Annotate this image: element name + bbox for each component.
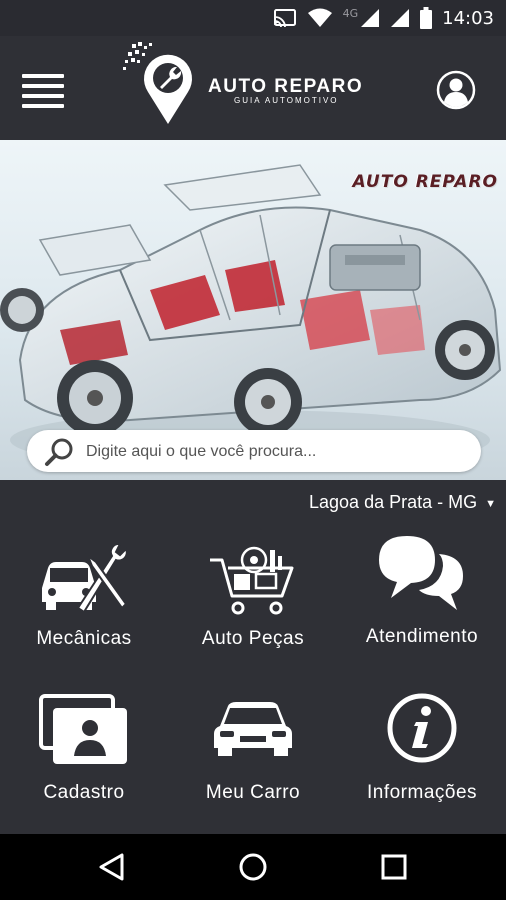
app-header: AUTO REPARO GUIA AUTOMOTIVO	[0, 36, 506, 140]
status-icons: 4G 14:03	[273, 6, 494, 30]
search-bar[interactable]	[27, 430, 481, 474]
network-type-label: 4G	[342, 6, 359, 20]
logo-title: AUTO REPARO	[208, 76, 364, 97]
mechanic-car-tools-icon	[42, 542, 128, 614]
auto-parts-cart-icon	[210, 546, 294, 615]
chat-bubbles-icon	[379, 536, 463, 610]
logo-subtitle: GUIA AUTOMOTIVO	[234, 96, 339, 105]
recents-icon[interactable]	[378, 851, 410, 883]
hamburger-menu-icon[interactable]	[22, 74, 64, 108]
search-input[interactable]	[84, 430, 468, 474]
menu-item-label: Atendimento	[365, 626, 479, 647]
menu-item-auto-pecas[interactable]: Auto Peças	[169, 532, 337, 662]
status-bar: 4G 14:03	[0, 0, 506, 36]
menu-item-cadastro[interactable]: Cadastro	[0, 692, 168, 822]
menu-item-label: Meu Carro	[205, 782, 301, 803]
info-icon	[387, 693, 457, 763]
user-profile-icon[interactable]	[436, 70, 476, 110]
menu-item-label: Cadastro	[43, 782, 125, 803]
search-icon[interactable]	[43, 436, 75, 468]
signal-icon	[361, 9, 380, 27]
menu-item-mecanicas[interactable]: Mecânicas	[0, 532, 168, 662]
menu-item-label: Auto Peças	[201, 628, 305, 649]
menu-item-label: Mecânicas	[36, 628, 132, 649]
cast-icon	[273, 9, 296, 28]
wifi-icon	[307, 8, 332, 27]
clock: 14:03	[442, 7, 494, 29]
app-logo: AUTO REPARO GUIA AUTOMOTIVO	[122, 40, 384, 126]
banner-watermark: AUTO REPARO	[352, 172, 498, 192]
battery-icon	[420, 7, 433, 29]
location-label: Lagoa da Prata - MG	[309, 492, 478, 512]
profile-button[interactable]	[436, 70, 476, 110]
menu-item-meu-carro[interactable]: Meu Carro	[169, 692, 337, 822]
menu-item-label: Informações	[366, 782, 478, 803]
menu-button[interactable]	[22, 74, 64, 108]
android-nav-bar	[0, 834, 506, 900]
home-icon[interactable]	[237, 851, 269, 883]
caret-down-icon: ▼	[485, 497, 496, 510]
location-wrench-logo-icon	[123, 42, 192, 124]
menu-item-informacoes[interactable]: Informações	[338, 692, 506, 822]
car-front-icon	[214, 702, 292, 756]
signal-icon	[391, 9, 410, 27]
menu-item-atendimento[interactable]: Atendimento	[338, 532, 506, 662]
hero-banner: AUTO REPARO	[0, 140, 506, 480]
profile-card-icon	[39, 694, 127, 764]
back-icon[interactable]	[96, 851, 128, 883]
location-selector[interactable]: Lagoa da Prata - MG ▼	[309, 492, 496, 513]
